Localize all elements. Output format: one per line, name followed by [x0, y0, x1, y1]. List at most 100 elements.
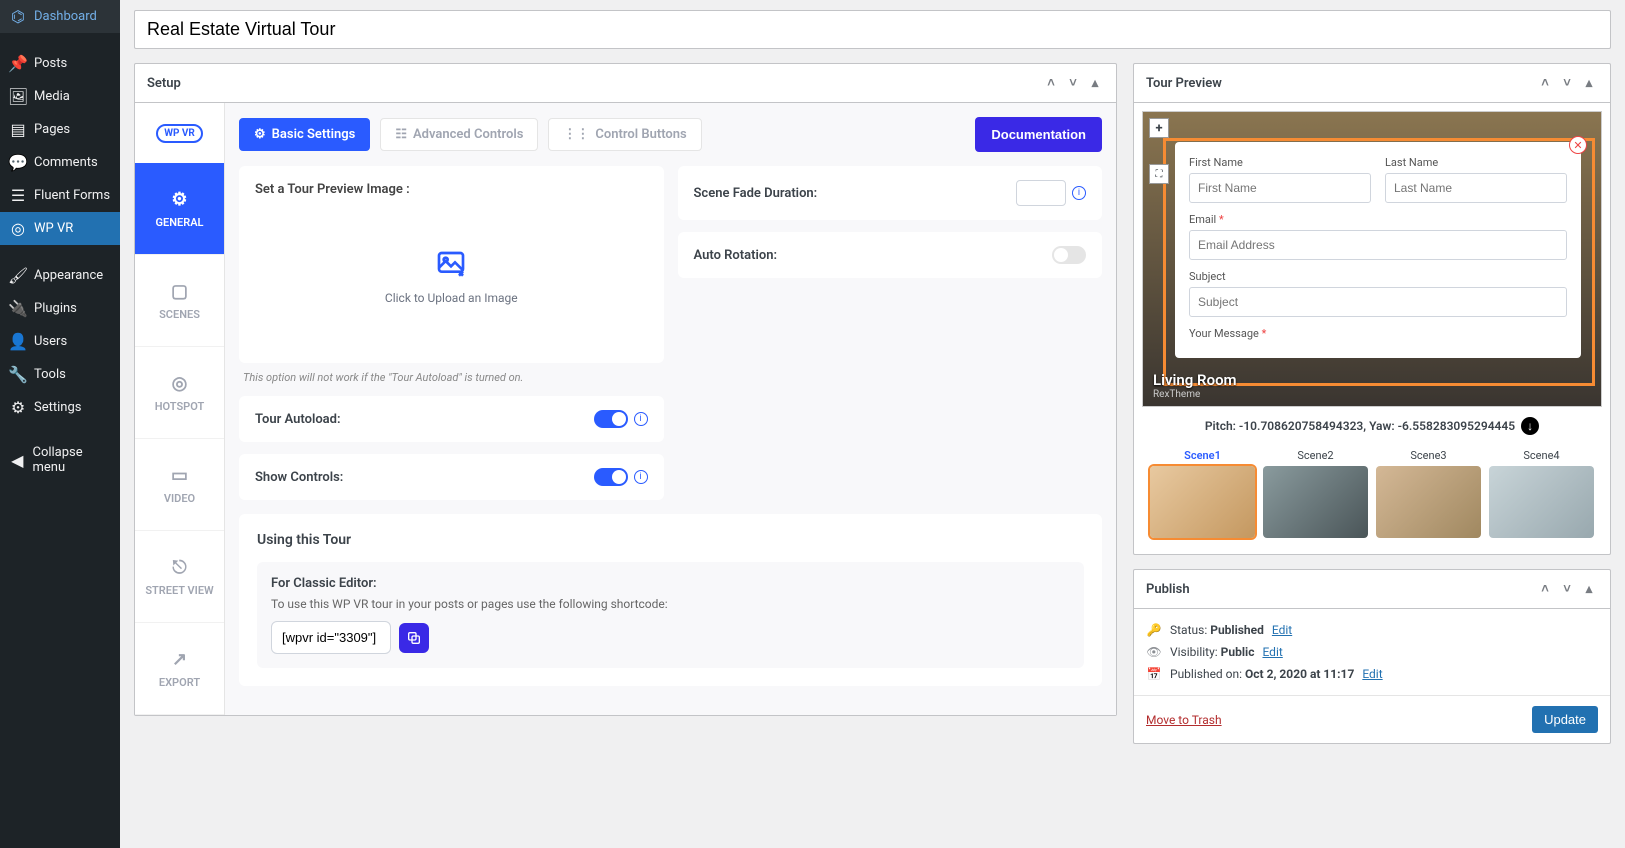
- tab-control-buttons[interactable]: ⋮⋮Control Buttons: [548, 118, 701, 151]
- last-name-input[interactable]: [1385, 173, 1567, 203]
- autoload-label: Tour Autoload:: [255, 412, 341, 427]
- panel-up-icon[interactable]: ˄: [1042, 74, 1060, 92]
- panel-up-icon[interactable]: ˄: [1536, 580, 1554, 598]
- tour-preview-panel: Tour Preview ˄ ˅ ▴ + ⛶ ✕: [1133, 63, 1611, 555]
- settings-icon: ⚙: [8, 398, 28, 417]
- subject-input[interactable]: [1189, 287, 1567, 317]
- edit-date-link[interactable]: Edit: [1362, 667, 1382, 681]
- panel-down-icon[interactable]: ˅: [1558, 74, 1576, 92]
- classic-editor-desc: To use this WP VR tour in your posts or …: [271, 597, 1070, 611]
- tab-export[interactable]: ↗EXPORT: [135, 623, 224, 715]
- menu-posts[interactable]: 📌Posts: [0, 47, 120, 80]
- first-name-input[interactable]: [1189, 173, 1371, 203]
- tab-video[interactable]: ▭VIDEO: [135, 439, 224, 531]
- edit-visibility-link[interactable]: Edit: [1262, 645, 1282, 659]
- close-icon[interactable]: ✕: [1569, 136, 1587, 154]
- users-icon: 👤: [8, 332, 28, 351]
- move-to-trash-link[interactable]: Move to Trash: [1146, 713, 1222, 727]
- menu-appearance[interactable]: 🖌Appearance: [0, 259, 120, 292]
- copy-shortcode-button[interactable]: [399, 623, 429, 653]
- info-icon[interactable]: i: [634, 412, 648, 426]
- tour-preview-title: Tour Preview: [1146, 76, 1222, 91]
- key-icon: 🔑: [1146, 623, 1162, 637]
- menu-fluent-forms[interactable]: ☰Fluent Forms: [0, 179, 120, 212]
- menu-plugins[interactable]: 🔌Plugins: [0, 292, 120, 325]
- email-input[interactable]: [1189, 230, 1567, 260]
- fade-duration-label: Scene Fade Duration:: [694, 186, 818, 201]
- scene-thumb-4[interactable]: Scene4: [1489, 445, 1594, 538]
- edit-status-link[interactable]: Edit: [1272, 623, 1292, 637]
- update-button[interactable]: Update: [1532, 706, 1598, 733]
- pitch-yaw-display: Pitch: -10.708620758494323, Yaw: -6.5582…: [1142, 407, 1602, 445]
- scene-author: RexTheme: [1153, 389, 1237, 400]
- plugin-icon: 🔌: [8, 299, 28, 318]
- show-controls-label: Show Controls:: [255, 470, 343, 485]
- wp-admin-sidebar: ⌬Dashboard 📌Posts 🖼Media ▤Pages 💬Comment…: [0, 0, 120, 848]
- tab-street-view[interactable]: ⎋STREET VIEW: [135, 531, 224, 623]
- gear-icon: ⚙: [171, 189, 187, 210]
- vr-icon: ◎: [8, 219, 28, 238]
- download-icon[interactable]: ↓: [1521, 417, 1539, 435]
- panel-toggle-icon[interactable]: ▴: [1086, 74, 1104, 92]
- preview-image-label: Set a Tour Preview Image :: [255, 182, 648, 197]
- documentation-button[interactable]: Documentation: [975, 117, 1102, 152]
- visibility-label: Visibility: Public: [1170, 645, 1254, 659]
- fade-duration-input[interactable]: [1016, 180, 1066, 206]
- upload-image-button[interactable]: Click to Upload an Image: [255, 207, 648, 347]
- menu-users[interactable]: 👤Users: [0, 325, 120, 358]
- status-label: Status: Published: [1170, 623, 1264, 637]
- pages-icon: ▤: [8, 120, 28, 139]
- grip-icon: ⋮⋮: [563, 127, 589, 142]
- show-controls-toggle[interactable]: [594, 468, 628, 486]
- setup-panel-title: Setup: [147, 76, 181, 91]
- shortcode-input[interactable]: [271, 621, 391, 654]
- panel-down-icon[interactable]: ˅: [1064, 74, 1082, 92]
- menu-pages[interactable]: ▤Pages: [0, 113, 120, 146]
- zoom-in-button[interactable]: +: [1149, 118, 1169, 138]
- menu-media[interactable]: 🖼Media: [0, 80, 120, 113]
- scene-thumb-3[interactable]: Scene3: [1376, 445, 1481, 538]
- menu-settings[interactable]: ⚙Settings: [0, 391, 120, 424]
- scene-thumb-2[interactable]: Scene2: [1263, 445, 1368, 538]
- media-icon: 🖼: [8, 87, 28, 106]
- brush-icon: 🖌: [8, 266, 28, 285]
- publish-panel: Publish ˄ ˅ ▴ 🔑 Status: Published Edit 👁: [1133, 569, 1611, 744]
- fullscreen-button[interactable]: ⛶: [1149, 164, 1169, 184]
- menu-collapse[interactable]: ◀Collapse menu: [0, 438, 120, 482]
- menu-wpvr[interactable]: ◎WP VR: [0, 212, 120, 245]
- info-icon[interactable]: i: [634, 470, 648, 484]
- setup-side-tabs: WP VR ⚙GENERAL ▢SCENES ◎HOTSPOT ▭VIDEO ⎋…: [135, 103, 225, 715]
- video-icon: ▭: [171, 465, 188, 486]
- tools-icon: 🔧: [8, 365, 28, 384]
- menu-dashboard[interactable]: ⌬Dashboard: [0, 0, 120, 33]
- menu-tools[interactable]: 🔧Tools: [0, 358, 120, 391]
- panel-up-icon[interactable]: ˄: [1536, 74, 1554, 92]
- panel-down-icon[interactable]: ˅: [1558, 580, 1576, 598]
- panorama-viewer[interactable]: + ⛶ ✕ First Name Last Name: [1142, 111, 1602, 407]
- panel-toggle-icon[interactable]: ▴: [1580, 580, 1598, 598]
- pin-icon: 📌: [8, 54, 28, 73]
- post-title-input[interactable]: [134, 10, 1611, 49]
- last-name-label: Last Name: [1385, 156, 1567, 169]
- first-name-label: First Name: [1189, 156, 1371, 169]
- publish-panel-title: Publish: [1146, 582, 1190, 597]
- sliders-icon: ☷: [395, 127, 407, 142]
- scene-thumb-1[interactable]: Scene1: [1150, 445, 1255, 538]
- wpvr-logo: WP VR: [135, 103, 224, 163]
- tab-basic-settings[interactable]: ⚙Basic Settings: [239, 118, 370, 151]
- tab-scenes[interactable]: ▢SCENES: [135, 255, 224, 347]
- email-label: Email *: [1189, 213, 1567, 226]
- upload-hint: This option will not work if the "Tour A…: [239, 371, 664, 384]
- info-icon[interactable]: i: [1072, 186, 1086, 200]
- scene-caption: Living Room: [1153, 371, 1237, 389]
- autoload-toggle[interactable]: [594, 410, 628, 428]
- tab-advanced-controls[interactable]: ☷Advanced Controls: [380, 118, 538, 151]
- auto-rotation-toggle[interactable]: [1052, 246, 1086, 264]
- tab-hotspot[interactable]: ◎HOTSPOT: [135, 347, 224, 439]
- menu-comments[interactable]: 💬Comments: [0, 146, 120, 179]
- panel-toggle-icon[interactable]: ▴: [1580, 74, 1598, 92]
- eye-icon: 👁: [1146, 645, 1162, 659]
- dashboard-icon: ⌬: [8, 7, 28, 26]
- tab-general[interactable]: ⚙GENERAL: [135, 163, 224, 255]
- setup-panel: Setup ˄ ˅ ▴ WP VR ⚙GENERAL ▢SCENES ◎HOTS…: [134, 63, 1117, 716]
